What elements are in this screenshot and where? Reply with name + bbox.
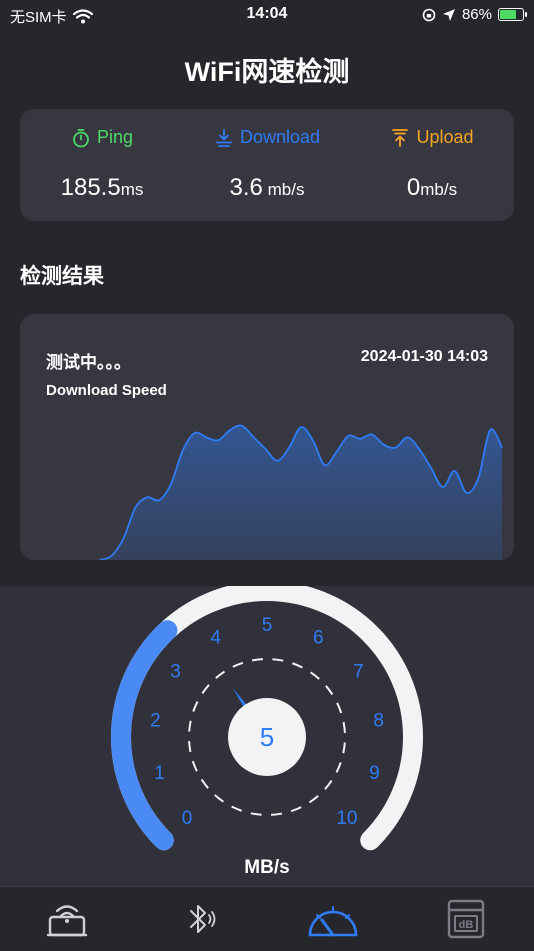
tab-wifi[interactable] <box>0 887 133 951</box>
gauge-dash-segment <box>290 806 302 813</box>
ping-label: Ping <box>96 127 134 147</box>
gauge-tick-label: 3 <box>170 662 181 683</box>
download-value-row: 3.6 mb/s <box>185 174 349 202</box>
ping-value-row: 185.5ms <box>20 174 184 202</box>
gauge-dash-segment <box>251 658 263 662</box>
ping-value: 185.5 <box>60 174 121 201</box>
upload-value-row: 0mb/s <box>350 174 514 202</box>
speedometer-icon <box>308 906 357 937</box>
status-right: 86% <box>422 6 527 23</box>
upload-label-row: Upload <box>350 127 514 148</box>
gauge-dash-segment <box>324 780 333 790</box>
test-status-label: 测试中。。。 <box>46 353 131 372</box>
download-stat: Download 3.6 mb/s <box>185 109 349 202</box>
upload-icon <box>392 128 409 147</box>
download-unit: mb/s <box>262 180 305 199</box>
gauge-dash-segment <box>250 812 262 816</box>
upload-label: Upload <box>416 127 474 147</box>
battery-percent: 86% <box>461 6 492 23</box>
gauge-tick-label: 10 <box>336 808 357 829</box>
download-icon <box>216 128 232 147</box>
gauge-dash-segment <box>342 742 346 754</box>
svg-text:dB: dB <box>458 919 473 931</box>
gauge-dash-segment <box>188 720 192 732</box>
tab-speed-test[interactable] <box>266 887 399 951</box>
gauge-progress-arc <box>111 620 178 851</box>
gauge-tick-label: 5 <box>262 615 273 636</box>
wifi-router-icon <box>46 905 87 937</box>
gauge-dash-segment <box>335 762 342 773</box>
speed-gauge: 0 1 2 3 4 5 6 7 8 9 10 5 MB/s <box>111 581 423 878</box>
gauge-dash-segment <box>272 658 284 662</box>
gauge-dash-segment <box>191 760 198 772</box>
decibel-meter-icon: dB <box>447 899 484 939</box>
tab-decibel[interactable]: dB <box>399 887 532 951</box>
gauge-dash-segment <box>232 661 244 668</box>
gauge-tick-label: 1 <box>154 763 165 784</box>
chart-area-fill <box>100 425 502 560</box>
gauge-tick-label: 0 <box>182 808 193 829</box>
gauge-dash-segment <box>336 702 343 714</box>
gauge-dash-segment <box>271 812 283 816</box>
gauge-tick-label: 9 <box>369 763 380 784</box>
gauge-tick-label: 6 <box>313 627 324 648</box>
gauge-tick-label: 2 <box>150 710 161 731</box>
chart-subtitle: Download Speed <box>46 382 167 399</box>
download-label: Download <box>239 127 321 147</box>
gauge-dash-segment <box>215 670 226 679</box>
gauge-dash-segment <box>342 721 346 733</box>
gauge-dash-segment <box>192 701 199 712</box>
test-timestamp: 2024-01-30 14:03 <box>360 348 488 365</box>
ping-label-row: Ping <box>20 127 184 148</box>
stats-card: Ping 185.5ms Download 3.6 mb/s Upload 0m… <box>20 109 514 221</box>
battery-icon <box>498 8 527 21</box>
gauge-tick-label: 7 <box>353 662 364 683</box>
gauge-dash-segment <box>201 684 210 694</box>
ping-unit: ms <box>120 180 144 199</box>
results-section-title: 检测结果 <box>20 265 104 288</box>
speed-gauge-panel: 0 1 2 3 4 5 6 7 8 9 10 5 MB/s <box>0 581 534 886</box>
page-title: WiFi网速检测 <box>184 57 350 87</box>
upload-unit: mb/s <box>420 180 458 199</box>
gauge-dash-segment <box>292 662 303 669</box>
upload-value: 0 <box>406 174 421 201</box>
result-chart-card: 测试中。。。 2024-01-30 14:03 Download Speed <box>20 314 514 560</box>
stopwatch-icon <box>73 128 89 147</box>
gauge-tick-label: 4 <box>210 627 221 648</box>
gauge-dash-segment <box>325 685 334 696</box>
gauge-value: 5 <box>260 722 274 752</box>
gauge-dash-segment <box>231 805 242 812</box>
gauge-dash-segment <box>214 794 224 803</box>
download-value: 3.6 <box>229 174 263 201</box>
bottom-tab-bar: dB <box>0 886 534 951</box>
upload-stat: Upload 0mb/s <box>350 109 514 202</box>
gauge-dash-segment <box>310 671 320 680</box>
gauge-unit-label: MB/s <box>244 857 289 878</box>
gauge-dash-segment <box>200 778 209 789</box>
gauge-dash-segment <box>308 795 319 804</box>
status-bar: 无SIM卡 14:04 86% <box>0 0 534 30</box>
ping-stat: Ping 185.5ms <box>20 109 184 202</box>
rotation-lock-icon <box>422 8 436 21</box>
gauge-dash-segment <box>188 741 192 753</box>
gauge-tick-label: 8 <box>373 710 384 731</box>
location-arrow-icon <box>442 8 455 21</box>
download-label-row: Download <box>185 127 349 148</box>
tab-bluetooth[interactable] <box>133 887 266 951</box>
bluetooth-icon <box>189 905 215 933</box>
